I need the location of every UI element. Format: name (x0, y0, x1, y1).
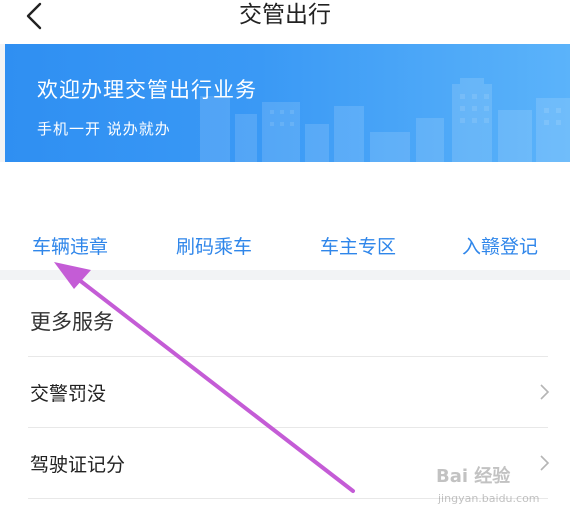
quick-entry-owner-zone[interactable]: 车主专区 (320, 232, 396, 259)
banner-title: 欢迎办理交管出行业务 (37, 78, 257, 102)
service-item-label: 交警罚没 (30, 383, 107, 405)
section-title: 更多服务 (30, 310, 114, 334)
quick-entry-scan-ride[interactable]: 刷码乘车 (176, 232, 252, 259)
app-screen: 交管出行 欢迎办理交管出行业务 手机一开 说办就办 车辆违章 刷码乘车 车主专区… (0, 0, 570, 519)
baidu-jingyan-watermark: Bai 经验 jingyan.baidu.com (436, 458, 566, 516)
quick-entry-vehicle-violation[interactable]: 车辆违章 (32, 232, 108, 259)
quick-entry-jiangxi-registration[interactable]: 入赣登记 (462, 232, 538, 259)
welcome-banner: 欢迎办理交管出行业务 手机一开 说办就办 (5, 44, 570, 162)
page-title: 交管出行 (239, 2, 331, 28)
service-item-label: 驾驶证记分 (30, 454, 126, 476)
chevron-right-icon (540, 384, 550, 400)
quick-entry-panel: 车辆违章 刷码乘车 车主专区 入赣登记 (0, 162, 570, 270)
banner-subtitle: 手机一开 说办就办 (37, 120, 171, 138)
watermark-brand: Bai 经验 (436, 466, 511, 487)
nav-bar: 交管出行 (0, 0, 570, 44)
service-item-traffic-fines[interactable]: 交警罚没 (0, 357, 570, 427)
watermark-url: jingyan.baidu.com (438, 492, 540, 505)
